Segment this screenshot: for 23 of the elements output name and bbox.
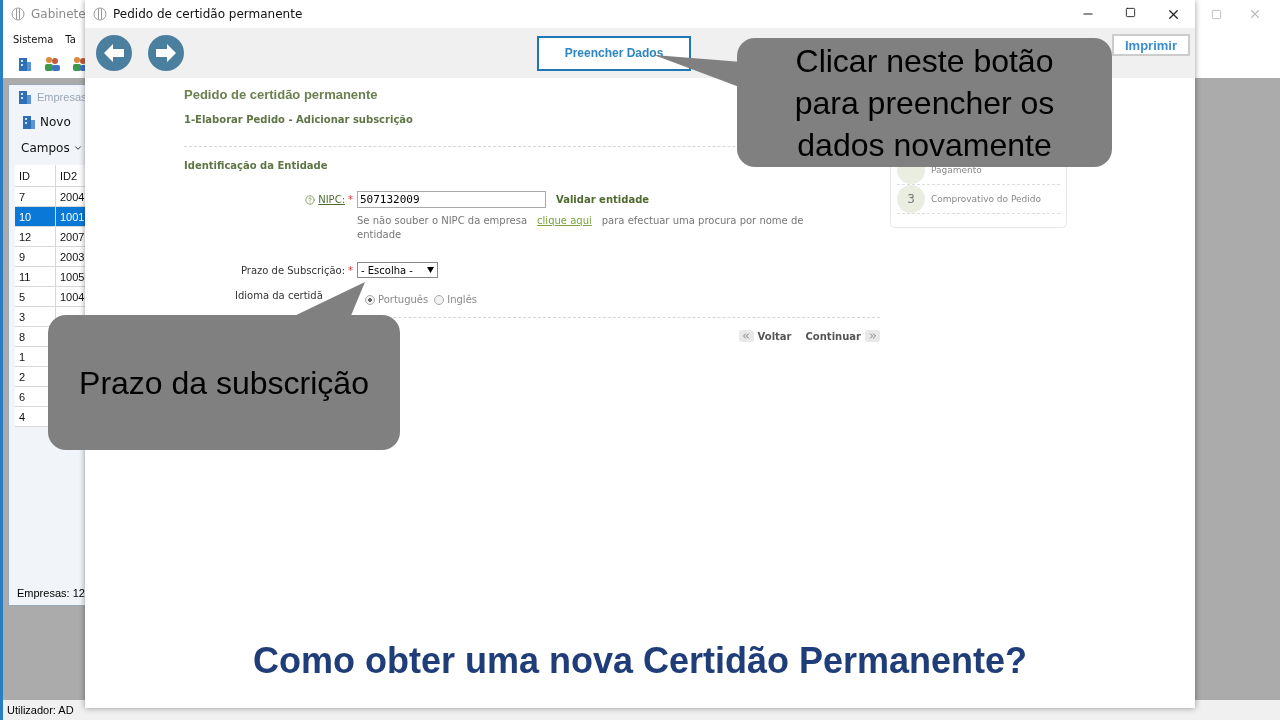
- required-mark: *: [348, 194, 353, 205]
- window-title: Pedido de certidão permanente: [113, 7, 303, 21]
- field-label: Prazo de Subscrição:: [240, 264, 345, 276]
- table-cell: 9: [15, 247, 56, 267]
- step-circle: 3: [897, 185, 925, 213]
- table-cell: 12: [15, 227, 56, 247]
- table-cell: 11: [15, 267, 56, 287]
- required-mark: *: [348, 264, 353, 276]
- section-title: Identificação da Entidade: [184, 160, 329, 171]
- table-cell: 5: [15, 287, 56, 307]
- callout: Clicar neste botão para preencher os dados novamente: [737, 38, 1112, 167]
- table-cell: 10: [15, 207, 56, 227]
- step-label: Pagamento: [931, 165, 982, 175]
- step-label: Comprovativo do Pedido: [931, 194, 1041, 204]
- step-title: 1-Elaborar Pedido - Adicionar subscrição: [184, 114, 414, 125]
- record-count: Empresas: 12: [16, 586, 86, 601]
- window-title: Gabinete: [31, 7, 86, 21]
- table-cell: 7: [15, 187, 56, 207]
- field-label: Idioma da certidã: [235, 290, 323, 301]
- help-text: Se não souber o NIPC da empresa clique aqui para efectuar uma procura por nome de entidade: [357, 214, 805, 242]
- page-heading: Pedido de certidão permanente: [184, 87, 379, 102]
- window-title: Empresas: [37, 91, 87, 103]
- video-caption: Como obter uma nova Certidão Permanente?: [251, 640, 1029, 682]
